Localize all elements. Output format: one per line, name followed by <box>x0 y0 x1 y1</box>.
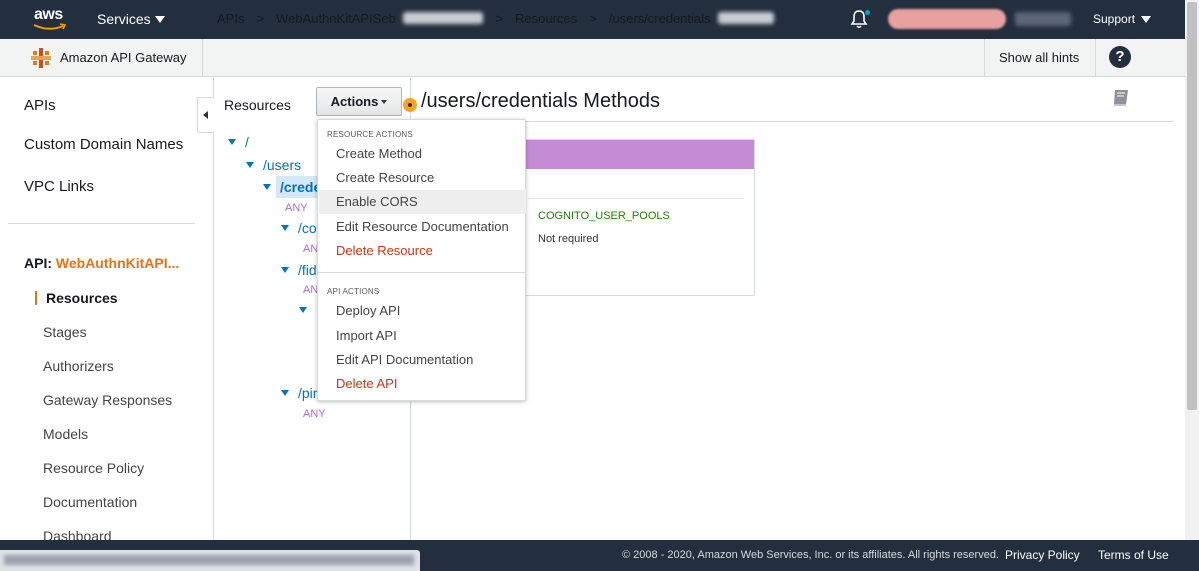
page-title: /users/credentials Methods <box>421 90 661 112</box>
method-card: COGNITO_USER_POOLS Not required <box>525 139 755 296</box>
notification-dot <box>865 10 870 15</box>
breadcrumb-bar: Amazon API Gateway Show all hints <box>0 39 1185 77</box>
tree-node-users[interactable]: /users <box>246 157 301 173</box>
expand-icon[interactable] <box>299 307 307 313</box>
collapse-nav-button[interactable] <box>197 97 214 133</box>
expand-icon[interactable] <box>246 162 254 168</box>
nav-item-models[interactable]: Models <box>43 426 88 442</box>
redacted-url <box>4 555 414 565</box>
caret-down-icon <box>1141 16 1152 23</box>
breadcrumb-item-apis[interactable]: APIs <box>217 11 244 26</box>
tree-method-any[interactable]: AN <box>303 284 318 296</box>
title-divider <box>421 121 1173 122</box>
divider <box>984 39 985 77</box>
hint-icon[interactable] <box>403 98 417 112</box>
services-label: Services <box>97 11 151 27</box>
menu-item-create-method[interactable]: Create Method <box>319 142 526 166</box>
nav-item-resource-policy[interactable]: Resource Policy <box>43 460 144 476</box>
current-api-name[interactable]: WebAuthnKitAPI... <box>56 255 179 271</box>
expand-icon[interactable] <box>263 184 271 190</box>
method-card-header <box>526 140 754 169</box>
expand-icon[interactable] <box>281 225 289 231</box>
resource-actions-heading: RESOURCE ACTIONS <box>327 130 413 139</box>
aws-logo[interactable]: aws <box>33 6 69 32</box>
menu-divider <box>318 272 525 273</box>
menu-item-import-api[interactable]: Import API <box>319 324 526 348</box>
services-menu[interactable]: Services <box>97 11 165 27</box>
breadcrumb-item-api[interactable]: WebAuthnKitAPISeb <box>276 11 396 26</box>
card-divider <box>528 198 744 199</box>
nav-item-custom-domain-names[interactable]: Custom Domain Names <box>24 136 183 153</box>
expand-icon[interactable] <box>281 390 289 396</box>
tree-method-any[interactable]: ANY <box>285 202 308 214</box>
region-menu[interactable] <box>1015 12 1071 26</box>
tree-node-root[interactable]: / <box>228 134 249 150</box>
tree-node-child[interactable]: /fid <box>281 262 317 278</box>
nav-divider <box>8 223 195 224</box>
aws-logo-text: aws <box>34 6 63 23</box>
expand-icon[interactable] <box>228 139 236 145</box>
divider <box>202 39 203 77</box>
support-menu[interactable]: Support <box>1093 12 1152 26</box>
tree-node-credentials[interactable]: /crede <box>263 179 321 195</box>
redacted-id <box>403 12 484 24</box>
nav-item-stages[interactable]: Stages <box>43 324 87 340</box>
support-label: Support <box>1093 12 1136 26</box>
divider <box>1095 39 1096 77</box>
privacy-policy-link[interactable]: Privacy Policy <box>1005 548 1080 562</box>
menu-item-edit-api-documentation[interactable]: Edit API Documentation <box>319 348 526 372</box>
help-icon[interactable]: ? <box>1109 46 1131 68</box>
nav-item-vpc-links[interactable]: VPC Links <box>24 178 94 195</box>
tree-node-child[interactable]: /pir <box>281 385 317 401</box>
tree-node-child[interactable]: /co <box>281 220 317 236</box>
show-all-hints-button[interactable]: Show all hints <box>999 50 1079 65</box>
nav-item-resources[interactable]: Resources <box>46 290 118 306</box>
nav-item-gateway-responses[interactable]: Gateway Responses <box>43 392 172 408</box>
aws-smile-icon <box>33 23 67 30</box>
breadcrumb-item-resources[interactable]: Resources <box>515 11 577 26</box>
terms-of-use-link[interactable]: Terms of Use <box>1098 548 1169 562</box>
caret-down-icon <box>381 100 388 104</box>
api-gateway-icon <box>31 48 51 68</box>
copyright-text: © 2008 - 2020, Amazon Web Services, Inc.… <box>622 549 999 561</box>
menu-item-delete-resource[interactable]: Delete Resource <box>319 239 526 263</box>
book-icon[interactable] <box>1111 88 1131 108</box>
redacted-id <box>718 12 775 24</box>
service-name[interactable]: Amazon API Gateway <box>60 50 186 65</box>
menu-item-enable-cors[interactable]: Enable CORS <box>319 190 526 214</box>
api-actions-heading: API ACTIONS <box>327 287 380 296</box>
breadcrumb-item-resource[interactable]: /users/credentials <box>609 11 711 26</box>
menu-item-create-resource[interactable]: Create Resource <box>319 166 526 190</box>
menu-item-edit-resource-documentation[interactable]: Edit Resource Documentation <box>319 215 526 239</box>
tree-method-any[interactable]: AN <box>303 243 318 255</box>
expand-icon[interactable] <box>281 267 289 273</box>
api-key-value: Not required <box>538 233 599 245</box>
actions-dropdown-menu: RESOURCE ACTIONS Create Method Create Re… <box>317 119 526 401</box>
breadcrumb: APIs > WebAuthnKitAPISeb > Resources >/users… <box>217 11 775 26</box>
resources-heading: Resources <box>224 97 291 113</box>
menu-item-deploy-api[interactable]: Deploy API <box>319 299 526 323</box>
actions-button-label: Actions <box>330 94 379 109</box>
tree-node-child[interactable] <box>299 302 316 318</box>
nav-item-apis[interactable]: APIs <box>24 97 56 114</box>
nav-item-documentation[interactable]: Documentation <box>43 494 137 510</box>
tree-method-any[interactable]: ANY <box>303 408 326 420</box>
active-indicator <box>35 291 37 305</box>
authorization-value: COGNITO_USER_POOLS <box>538 210 670 222</box>
current-api-label: API: WebAuthnKitAPI... <box>24 255 180 271</box>
nav-item-authorizers[interactable]: Authorizers <box>43 358 114 374</box>
caret-down-icon <box>154 16 165 23</box>
actions-button[interactable]: Actions <box>316 87 402 116</box>
menu-item-delete-api[interactable]: Delete API <box>319 372 526 396</box>
scrollbar-thumb[interactable] <box>1187 2 1197 410</box>
account-menu[interactable] <box>888 9 1006 29</box>
